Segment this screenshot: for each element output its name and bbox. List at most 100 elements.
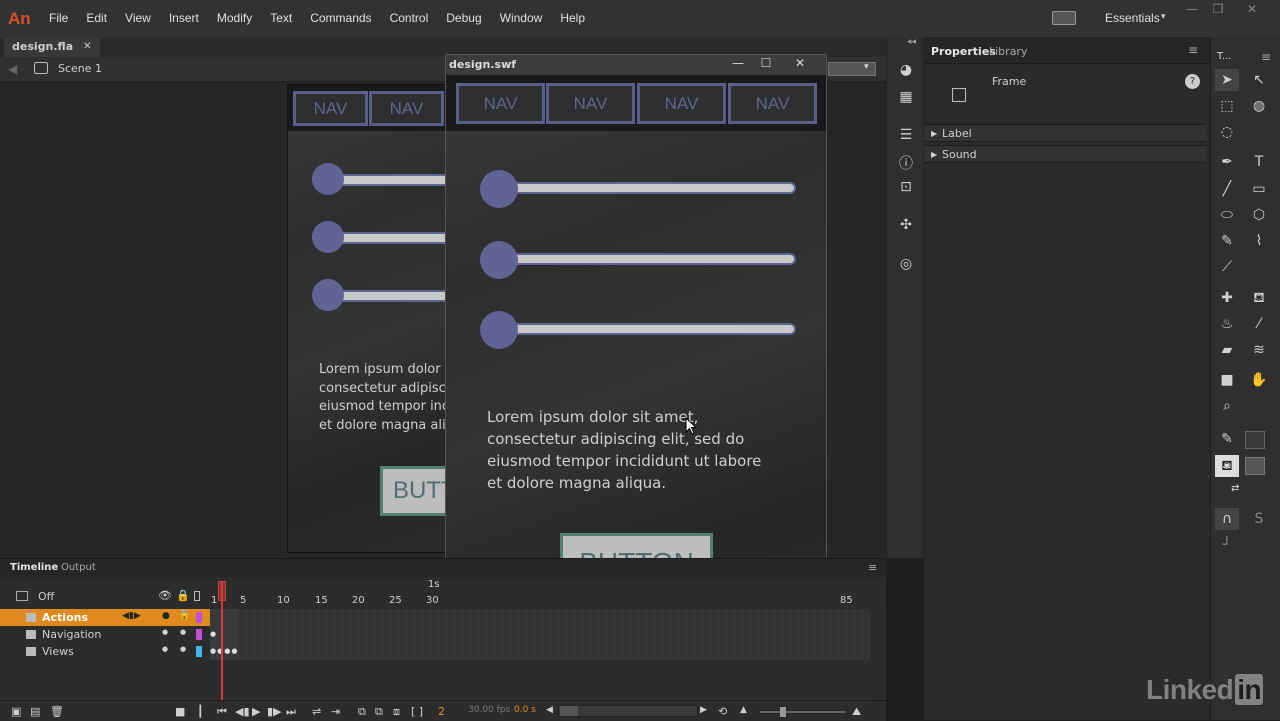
layer-color-swatch[interactable] [196,646,202,657]
panel-menu-icon[interactable]: ≡ [868,561,877,574]
swf-slider-track[interactable] [496,253,796,265]
stage-slider-knob[interactable] [312,279,344,311]
minimize-icon[interactable]: — [1180,2,1204,18]
swf-nav-button[interactable]: NAV [637,83,726,124]
layer-off-label[interactable]: Off [38,590,54,603]
menu-commands[interactable]: Commands [301,0,380,37]
tab-output[interactable]: Output [61,562,96,573]
loop-icon[interactable]: ⇌ [312,705,321,718]
stage-slider-knob[interactable] [312,163,344,195]
panel-menu-icon[interactable]: ≡ [1261,50,1271,64]
components-icon[interactable]: ✣ [896,217,916,235]
stroke-color-icon[interactable]: ✎ [1215,428,1239,450]
outline-icon[interactable] [194,591,200,601]
modify-markers-icon[interactable]: [ ] [411,705,423,718]
polystar-tool-icon[interactable]: ⬡ [1247,204,1271,226]
label-section[interactable]: ▶ Label [924,124,1206,142]
zoom-in-icon[interactable]: ⛰ [852,705,861,719]
scrollbar-thumb[interactable] [560,706,578,716]
layer-row-navigation[interactable]: Navigation ● ● [0,626,210,643]
pencil-icon[interactable]: ✎ [1215,230,1239,252]
swf-slider-knob[interactable] [480,311,518,349]
step-back-icon[interactable]: ◀▮ [235,705,250,718]
swf-slider-knob[interactable] [480,170,518,208]
fill-color-icon[interactable]: ⛾ [1215,455,1239,477]
keyframe[interactable] [210,609,238,626]
eye-icon[interactable]: 👁 [158,589,172,602]
current-frame[interactable]: 2 [438,705,445,718]
pen-icon[interactable]: ✒ [1215,151,1239,173]
layer-lock-dot[interactable]: ● [180,628,186,636]
transform-icon[interactable]: ⊡ [896,179,916,197]
gear-icon[interactable] [1052,11,1076,25]
playhead-handle[interactable] [218,581,226,601]
chevron-down-icon[interactable]: ▾ [864,62,869,72]
swf-nav-button[interactable]: NAV [728,83,817,124]
swf-slider-track[interactable] [496,323,796,335]
align-icon[interactable]: ☰ [896,127,916,145]
stage-button[interactable]: BUTT [380,466,446,516]
line-tool-icon[interactable]: ╱ [1215,178,1239,200]
layer-visible-dot[interactable]: ● [162,645,168,653]
free-transform-icon[interactable]: ⬚ [1215,95,1239,117]
tab-timeline[interactable]: Timeline [10,562,58,573]
swf-titlebar[interactable]: design.swf — ☐ ✕ [446,55,826,75]
paint-bucket-icon[interactable]: ⛾ [1247,287,1271,309]
menu-modify[interactable]: Modify [208,0,261,37]
collapse-icon[interactable]: ◂◂ [907,37,916,47]
swf-slider-track[interactable] [496,182,796,194]
snap-magnet-icon[interactable]: ∩ [1215,508,1239,530]
text-tool-icon[interactable]: T [1247,151,1271,173]
menu-window[interactable]: Window [491,0,552,37]
fill-color-swatch[interactable] [1245,457,1265,475]
menu-control[interactable]: Control [381,0,438,37]
lasso-icon[interactable]: ◌ [1215,121,1239,143]
camera-icon[interactable]: ■ [1215,369,1239,391]
layer-visible-dot[interactable]: ● [162,628,168,636]
camera-icon[interactable]: ■ [175,705,185,718]
eyedropper-icon[interactable]: ⁄ [1247,313,1271,335]
swap-colors-icon[interactable]: ⇄ [1231,483,1239,494]
brush-icon[interactable]: ⌇ [1247,230,1271,252]
straighten-icon[interactable]: ┘ [1215,534,1239,556]
stroke-color-swatch[interactable] [1245,431,1265,449]
document-tab[interactable]: design.fla ✕ [4,37,100,57]
zoom-tool-icon[interactable]: ⌕ [1215,395,1239,417]
zoom-out-icon[interactable]: ▲ [740,705,747,715]
lock-icon[interactable]: 🔒 [176,589,190,602]
paint-brush-icon[interactable]: ⟋ [1215,256,1239,278]
width-tool-icon[interactable]: ≋ [1247,339,1271,361]
selection-tool-icon[interactable]: ➤ [1215,69,1239,91]
frame-rate[interactable]: 30.00 fps [468,705,510,715]
menu-insert[interactable]: Insert [160,0,208,37]
center-frame-icon[interactable]: ⇥ [331,705,340,718]
layer-color-swatch[interactable] [196,612,202,623]
swatches-icon[interactable]: ▦ [896,89,916,107]
sound-section[interactable]: ▶ Sound [924,145,1206,163]
new-folder-icon[interactable]: ▤ [30,705,40,718]
swf-nav-button[interactable]: NAV [546,83,635,124]
eraser-icon[interactable]: ▰ [1215,339,1239,361]
lock-icon[interactable]: 🔒 [178,610,190,621]
first-frame-icon[interactable]: ⏮ [217,705,227,719]
menu-help[interactable]: Help [551,0,594,37]
frame-ruler[interactable] [210,585,870,607]
restore-icon[interactable]: ❐ [1206,2,1230,18]
layer-lock-dot[interactable]: ● [180,645,186,653]
reset-zoom-icon[interactable]: ⟲ [718,705,727,718]
layer-row-views[interactable]: Views ● ● [0,643,210,660]
ink-bottle-icon[interactable]: ♨ [1215,313,1239,335]
stage[interactable]: NAV NAV Lorem ipsum dolor consectetur ad… [287,84,447,553]
subselection-tool-icon[interactable]: ↖ [1247,69,1271,91]
onion-skin-icon[interactable]: ⧉ [358,705,366,719]
step-forward-icon[interactable]: ▮▶ [267,705,282,718]
maximize-icon[interactable]: ☐ [756,56,776,72]
tab-library[interactable]: Library [989,45,1027,58]
chevron-down-icon[interactable]: ▾ [1161,12,1166,22]
edit-multiple-icon[interactable]: ⧈ [393,705,400,719]
stage-slider-knob[interactable] [312,221,344,253]
layer-visible-dot[interactable]: ● [162,611,170,621]
hand-tool-icon[interactable]: ✋ [1247,369,1271,391]
rectangle-tool-icon[interactable]: ▭ [1247,178,1271,200]
stage-nav-button[interactable]: NAV [293,91,368,126]
